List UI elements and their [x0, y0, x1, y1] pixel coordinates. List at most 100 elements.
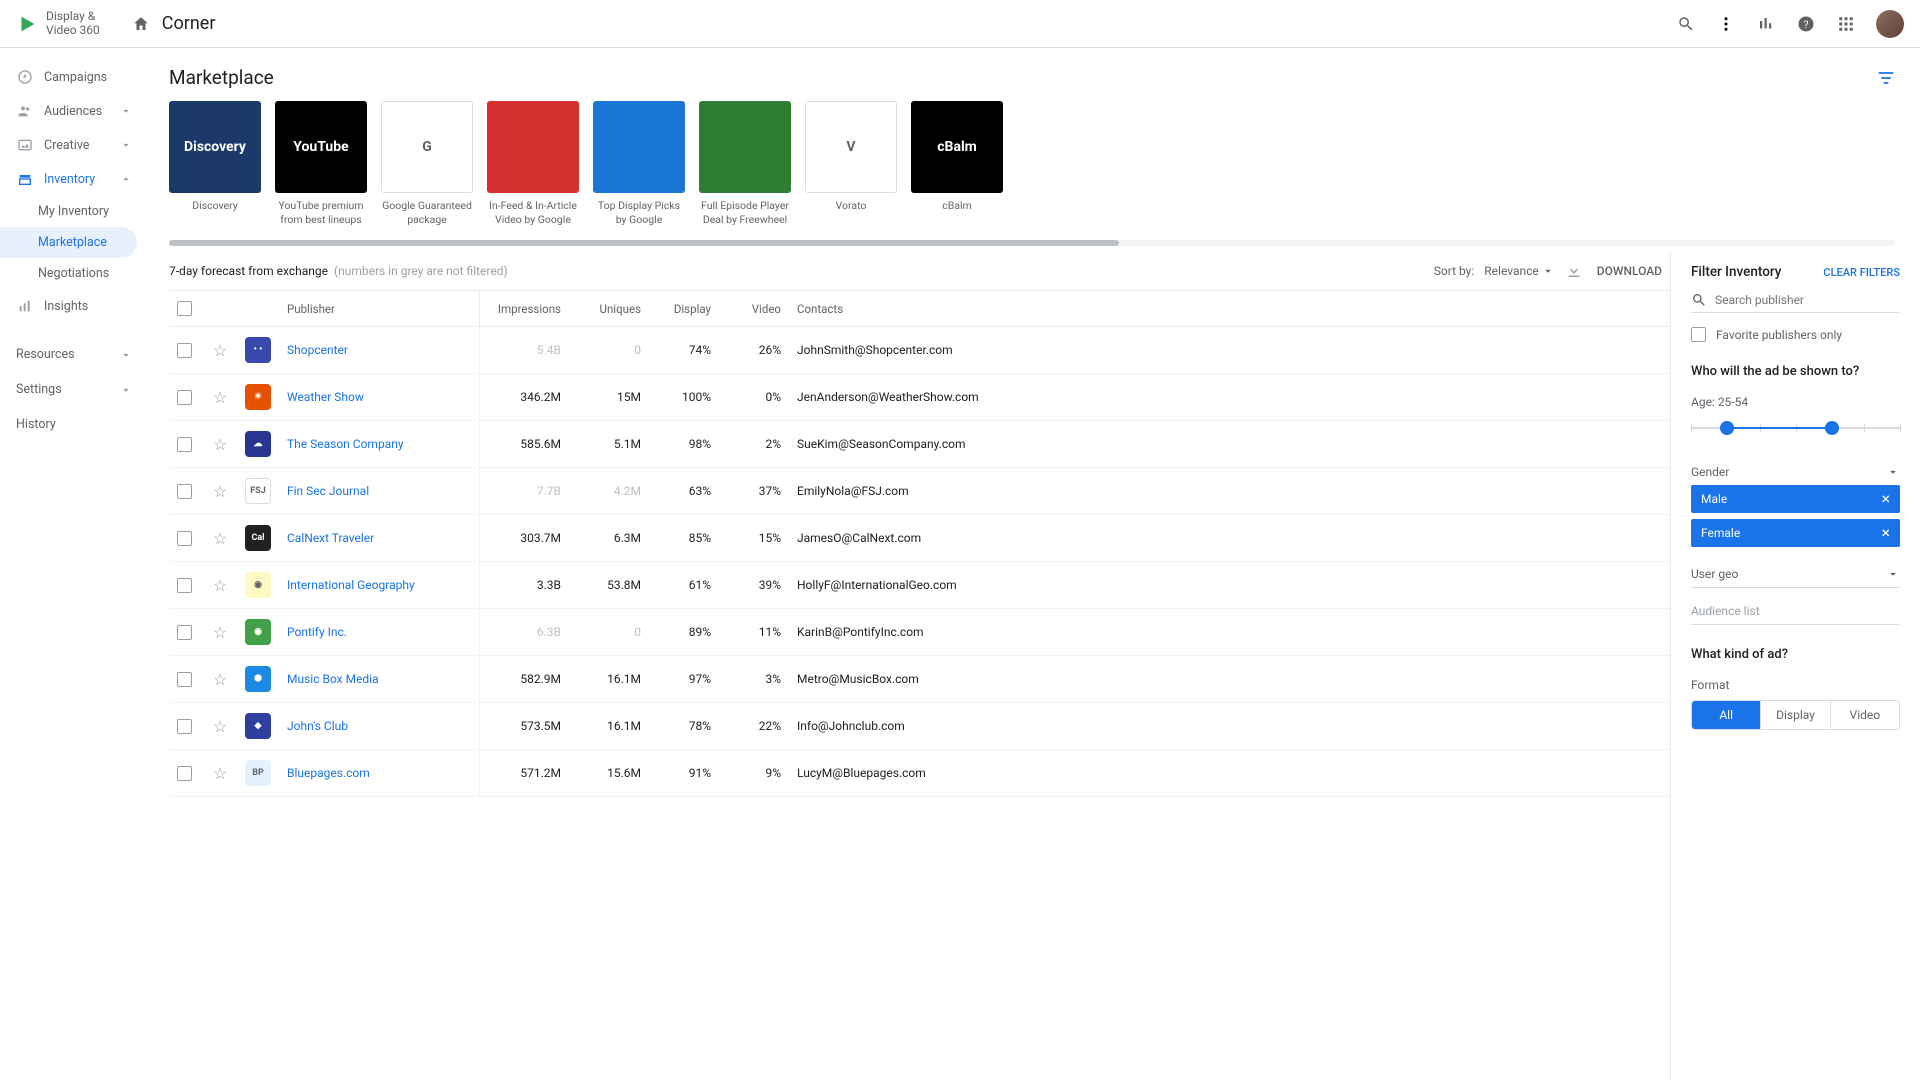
publisher-tile[interactable]: Top Display Picks by Google — [593, 101, 685, 226]
chip-remove-icon[interactable]: × — [1881, 491, 1890, 507]
breadcrumb[interactable]: Corner — [162, 13, 216, 34]
age-thumb-min[interactable] — [1720, 421, 1734, 435]
star-icon[interactable]: ☆ — [213, 576, 227, 595]
more-vert-icon[interactable] — [1716, 14, 1736, 34]
audience-list-input[interactable]: Audience list — [1691, 598, 1900, 625]
sidebar-item-creative[interactable]: Creative — [0, 128, 145, 162]
download-icon[interactable] — [1565, 262, 1583, 280]
format-option[interactable]: Video — [1830, 701, 1899, 729]
sidebar-item-inventory[interactable]: Inventory — [0, 162, 145, 196]
caret-down-icon — [1886, 567, 1900, 581]
favorite-only-checkbox[interactable] — [1691, 327, 1706, 342]
select-all-checkbox[interactable] — [177, 301, 192, 316]
sidebar-item-campaigns[interactable]: Campaigns — [0, 60, 145, 94]
sidebar-history[interactable]: History — [0, 407, 145, 442]
star-icon[interactable]: ☆ — [213, 341, 227, 360]
star-icon[interactable]: ☆ — [213, 435, 227, 454]
header-uniques[interactable]: Uniques — [569, 291, 649, 327]
apps-grid-icon[interactable] — [1836, 14, 1856, 34]
row-checkbox[interactable] — [177, 625, 192, 640]
table-row[interactable]: ☆ ◆ John's Club 573.5M 16.1M 78% 22% Inf… — [169, 703, 1670, 750]
star-icon[interactable]: ☆ — [213, 482, 227, 501]
row-checkbox[interactable] — [177, 719, 192, 734]
publisher-link[interactable]: Pontify Inc. — [287, 625, 347, 639]
publisher-tile[interactable]: Full Episode Player Deal by Freewheel — [699, 101, 791, 226]
publisher-link[interactable]: The Season Company — [287, 437, 404, 451]
publisher-link[interactable]: CalNext Traveler — [287, 531, 374, 545]
publisher-link[interactable]: International Geography — [287, 578, 415, 592]
publisher-tile[interactable]: YouTubeYouTube premium from best lineups — [275, 101, 367, 226]
table-row[interactable]: ☆ • • Shopcenter 5.4B 0 74% 26% JohnSmit… — [169, 327, 1670, 374]
row-checkbox[interactable] — [177, 672, 192, 687]
format-option[interactable]: All — [1692, 701, 1760, 729]
chip-remove-icon[interactable]: × — [1881, 525, 1890, 541]
header-contacts[interactable]: Contacts — [789, 291, 1670, 327]
user-avatar[interactable] — [1876, 10, 1904, 38]
help-icon[interactable]: ? — [1796, 14, 1816, 34]
header-publisher[interactable]: Publisher — [279, 291, 479, 327]
star-icon[interactable]: ☆ — [213, 623, 227, 642]
row-checkbox[interactable] — [177, 343, 192, 358]
publisher-tile[interactable]: VVorato — [805, 101, 897, 226]
age-range-slider[interactable] — [1691, 417, 1900, 441]
row-checkbox[interactable] — [177, 390, 192, 405]
header-display[interactable]: Display — [649, 291, 719, 327]
gender-dropdown[interactable]: Gender — [1691, 459, 1900, 485]
age-thumb-max[interactable] — [1825, 421, 1839, 435]
publisher-tile[interactable]: GGoogle Guaranteed package — [381, 101, 473, 226]
sidebar-settings[interactable]: Settings — [0, 372, 145, 407]
star-icon[interactable]: ☆ — [213, 388, 227, 407]
publisher-tile[interactable]: cBalmcBalm — [911, 101, 1003, 226]
star-icon[interactable]: ☆ — [213, 529, 227, 548]
table-row[interactable]: ☆ Cal CalNext Traveler 303.7M 6.3M 85% 1… — [169, 515, 1670, 562]
publisher-link[interactable]: Bluepages.com — [287, 766, 370, 780]
row-checkbox[interactable] — [177, 437, 192, 452]
publisher-logo: ◉ — [245, 572, 271, 598]
usergeo-dropdown[interactable]: User geo — [1691, 561, 1900, 588]
filter-search[interactable] — [1691, 288, 1900, 313]
table-row[interactable]: ☆ ☁ The Season Company 585.6M 5.1M 98% 2… — [169, 421, 1670, 468]
analytics-icon[interactable] — [1756, 14, 1776, 34]
search-icon[interactable] — [1676, 14, 1696, 34]
publisher-link[interactable]: Fin Sec Journal — [287, 484, 369, 498]
header-impressions[interactable]: Impressions — [479, 291, 569, 327]
gender-chip[interactable]: Female× — [1691, 519, 1900, 547]
row-checkbox[interactable] — [177, 578, 192, 593]
table-row[interactable]: ☆ ☀ Weather Show 346.2M 15M 100% 0% JenA… — [169, 374, 1670, 421]
star-icon[interactable]: ☆ — [213, 670, 227, 689]
header-video[interactable]: Video — [719, 291, 789, 327]
table-row[interactable]: ☆ ◉ Pontify Inc. 6.3B 0 89% 11% KarinB@P… — [169, 609, 1670, 656]
table-row[interactable]: ☆ FSJ Fin Sec Journal 7.7B 4.2M 63% 37% … — [169, 468, 1670, 515]
star-icon[interactable]: ☆ — [213, 764, 227, 783]
publisher-link[interactable]: Shopcenter — [287, 343, 348, 357]
row-checkbox[interactable] — [177, 531, 192, 546]
publisher-link[interactable]: John's Club — [287, 719, 348, 733]
clear-filters-button[interactable]: CLEAR FILTERS — [1823, 266, 1900, 279]
row-checkbox[interactable] — [177, 766, 192, 781]
sort-by-dropdown[interactable]: Relevance — [1484, 264, 1555, 278]
app-logo[interactable]: Display & Video 360 — [16, 10, 100, 36]
sidebar-sub-negotiations[interactable]: Negotiations — [0, 258, 145, 289]
display-cell: 74% — [649, 327, 719, 374]
download-button[interactable]: DOWNLOAD — [1597, 264, 1662, 278]
filter-list-icon[interactable] — [1876, 68, 1896, 88]
tiles-scrollbar[interactable] — [169, 240, 1896, 246]
row-checkbox[interactable] — [177, 484, 192, 499]
publisher-tile[interactable]: DiscoveryDiscovery — [169, 101, 261, 226]
gender-chip[interactable]: Male× — [1691, 485, 1900, 513]
format-option[interactable]: Display — [1760, 701, 1829, 729]
sidebar-resources[interactable]: Resources — [0, 337, 145, 372]
publisher-tile[interactable]: In-Feed & In-Article Video by Google — [487, 101, 579, 226]
star-icon[interactable]: ☆ — [213, 717, 227, 736]
table-row[interactable]: ☆ ◉ International Geography 3.3B 53.8M 6… — [169, 562, 1670, 609]
sidebar-sub-marketplace[interactable]: Marketplace — [0, 227, 137, 258]
home-icon[interactable] — [132, 15, 150, 33]
publisher-link[interactable]: Music Box Media — [287, 672, 379, 686]
sidebar-item-audiences[interactable]: Audiences — [0, 94, 145, 128]
table-row[interactable]: ☆ BP Bluepages.com 571.2M 15.6M 91% 9% L… — [169, 750, 1670, 797]
sidebar-sub-my-inventory[interactable]: My Inventory — [0, 196, 145, 227]
filter-search-input[interactable] — [1715, 293, 1900, 307]
publisher-link[interactable]: Weather Show — [287, 390, 364, 404]
sidebar-item-insights[interactable]: Insights — [0, 289, 145, 323]
table-row[interactable]: ☆ ⬢ Music Box Media 582.9M 16.1M 97% 3% … — [169, 656, 1670, 703]
